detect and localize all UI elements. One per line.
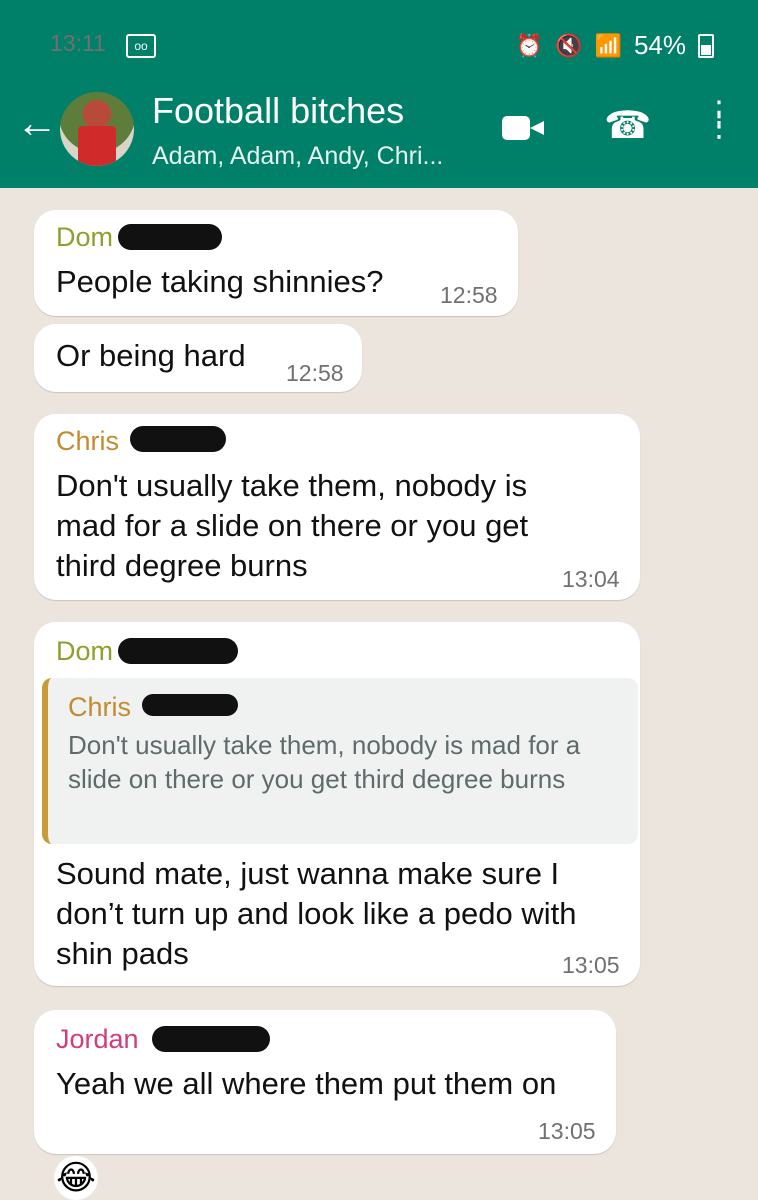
battery-percent: 54% (633, 30, 686, 60)
group-members[interactable]: Adam, Adam, Andy, Chri... (152, 142, 443, 171)
message-time: 12:58 (440, 282, 498, 308)
redacted-name (118, 638, 238, 664)
message-bubble[interactable]: Or being hard 12:58 (34, 324, 362, 392)
redacted-name (142, 694, 238, 716)
reaction-emoji[interactable]: 😂 (54, 1156, 98, 1200)
group-title[interactable]: Football bitches (152, 90, 404, 132)
chat-messages: Dom People taking shinnies? 12:58 Or bei… (0, 188, 758, 1200)
message-text: People taking shinnies? (56, 264, 384, 299)
redacted-name (118, 224, 222, 250)
voice-call-icon[interactable]: ☎ (604, 106, 651, 146)
message-time: 13:05 (562, 952, 620, 978)
message-time: 13:04 (562, 566, 620, 592)
more-options-icon[interactable]: ⋮ ⋮ (704, 98, 734, 142)
video-call-icon[interactable] (502, 116, 544, 140)
message-text: Don't usually take them, nobody is mad f… (56, 468, 529, 583)
status-icons: ⏰ 🔇 📶 54% (516, 30, 714, 61)
sender-name: Jordan (56, 1024, 139, 1054)
group-avatar[interactable] (60, 92, 134, 166)
message-bubble[interactable]: Chris Don't usually take them, nobody is… (34, 414, 640, 600)
app-header: 13:11 oo ⏰ 🔇 📶 54% ← Football bitches Ad… (0, 0, 758, 188)
message-text: Yeah we all where them put them on (56, 1066, 557, 1101)
quoted-message[interactable]: Chris Don't usually take them, nobody is… (42, 678, 638, 844)
wifi-icon: 📶 (594, 32, 622, 58)
voicemail-icon: oo (126, 34, 156, 58)
message-bubble[interactable]: Jordan Yeah we all where them put them o… (34, 1010, 616, 1154)
message-time: 12:58 (286, 360, 344, 386)
message-time: 13:05 (538, 1118, 596, 1144)
alarm-icon: ⏰ (515, 32, 544, 58)
quoted-text: Don't usually take them, nobody is mad f… (68, 730, 581, 794)
message-bubble[interactable]: Dom Chris Don't usually take them, nobod… (34, 622, 640, 986)
sender-name: Dom (56, 222, 114, 252)
redacted-name (152, 1026, 270, 1052)
back-arrow-icon[interactable]: ← (16, 102, 58, 144)
status-time: 13:11 (50, 30, 106, 56)
status-bar: 13:11 oo ⏰ 🔇 📶 54% (0, 28, 758, 64)
message-bubble[interactable]: Dom People taking shinnies? 12:58 (34, 210, 518, 316)
quoted-sender: Chris (68, 692, 132, 722)
message-text: Or being hard (56, 338, 246, 373)
sender-name: Dom (56, 636, 114, 666)
mute-icon: 🔇 (555, 32, 583, 58)
chat-app-bar: ← Football bitches Adam, Adam, Andy, Chr… (0, 80, 758, 180)
sender-name: Chris (56, 426, 120, 456)
battery-icon (698, 33, 714, 58)
message-text: Sound mate, just wanna make sure I don’t… (56, 856, 577, 971)
redacted-name (130, 426, 226, 452)
